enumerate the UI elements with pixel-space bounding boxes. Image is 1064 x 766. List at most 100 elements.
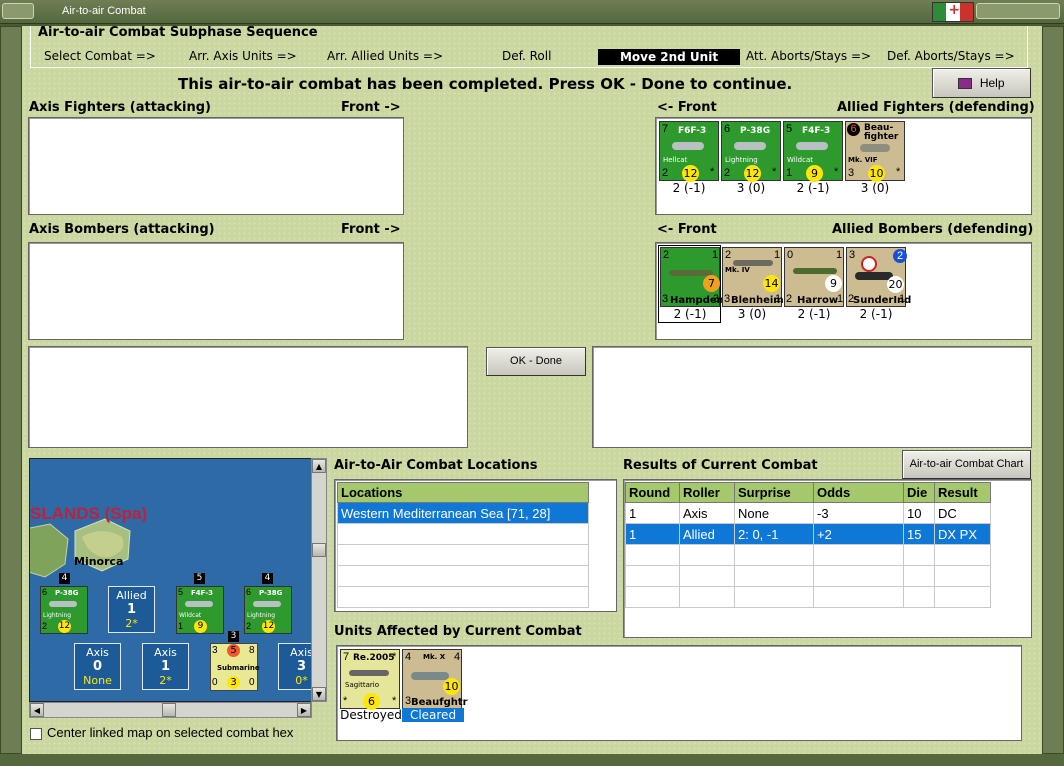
unit-counter[interactable]: 5 F4F-3 Wildcat 1 9 *	[783, 121, 843, 182]
location-row[interactable]	[337, 586, 589, 608]
unit-value: 2 (-1)	[797, 307, 831, 321]
stack-count: 4	[59, 573, 70, 584]
unit-status: Destroyed	[340, 708, 402, 722]
phase-step: Def. Aborts/Stays =>	[887, 49, 1015, 63]
map-vertical-scrollbar[interactable]: ▲ ▼	[311, 458, 327, 702]
unit-value: 3 (0)	[860, 181, 890, 195]
aircraft-icon	[672, 142, 704, 150]
window-controls[interactable]	[976, 3, 1060, 19]
location-row[interactable]	[337, 523, 589, 545]
allied-bombers-front: <- Front	[657, 222, 717, 237]
col-round: Round	[625, 482, 680, 503]
bottom-border	[0, 754, 1064, 766]
window-menu-button[interactable]	[2, 3, 34, 19]
axis-bombers-label: Axis Bombers (attacking)	[29, 222, 215, 237]
phase-step: Select Combat =>	[44, 49, 156, 63]
col-roller: Roller	[679, 482, 735, 503]
stack-count: 4	[262, 573, 273, 584]
axis-stack-box[interactable]: Axis 3 0*	[278, 643, 311, 690]
map-unit-counter[interactable]: 5 F4F-3 Wildcat 1 9	[176, 586, 224, 634]
status-message: This air-to-air combat has been complete…	[178, 75, 793, 93]
phase-step: Att. Aborts/Stays =>	[746, 49, 872, 63]
aircraft-icon	[860, 144, 890, 152]
right-border	[1042, 26, 1064, 754]
unit-counter[interactable]: 6 Beau-fighter Mk. VIF 3 10 *	[845, 121, 905, 182]
col-odds: Odds	[813, 482, 904, 503]
phase-step: Def. Roll	[502, 49, 552, 63]
locations-list[interactable]: Locations Western Mediterranean Sea [71,…	[334, 479, 617, 612]
scroll-thumb[interactable]	[312, 543, 326, 557]
axis-stack-box[interactable]: Axis 1 2*	[142, 643, 189, 690]
ok-done-button[interactable]: OK - Done	[486, 347, 586, 376]
allied-fighters-label: Allied Fighters (defending)	[837, 100, 1035, 115]
aircraft-icon	[793, 268, 837, 274]
title-bar: Air-to-air Combat	[0, 0, 1064, 24]
unit-value: 2 (-1)	[796, 181, 830, 195]
allied-stack-box[interactable]: Allied 1 2*	[108, 586, 155, 633]
left-border	[0, 26, 22, 754]
book-icon	[958, 78, 973, 90]
axis-stack-box[interactable]: Axis 0 None	[74, 643, 121, 690]
flag-icon	[932, 2, 974, 22]
map-island-label: Minorca	[74, 555, 124, 568]
axis-fighters-box[interactable]	[28, 117, 404, 215]
location-row[interactable]	[337, 544, 589, 566]
allied-fighters-front: <- Front	[657, 100, 717, 115]
col-result: Result	[934, 482, 991, 503]
scroll-up-icon[interactable]: ▲	[312, 459, 326, 473]
scroll-left-icon[interactable]: ◀	[30, 703, 44, 717]
allied-bombers-box[interactable]: 2 1 7 3 Hampden 3 2 (-1) 2 1 Mk. IV 14 3…	[655, 242, 1032, 340]
map-horizontal-scrollbar[interactable]: ◀ ▶	[29, 702, 312, 718]
help-button[interactable]: Help	[932, 68, 1031, 98]
stack-count: 5	[194, 573, 205, 584]
map-unit-counter[interactable]: 6 P-38G Lightning 2 12	[244, 586, 292, 634]
axis-bombers-box[interactable]	[28, 242, 404, 340]
aircraft-icon	[253, 601, 281, 607]
unit-counter[interactable]: 3 2 20 2 SunderInd 1	[846, 247, 911, 307]
table-row	[625, 544, 991, 566]
affected-units-box: 7 Re.2005 * Sagittario * 6 * Destroyed 4…	[336, 645, 1022, 741]
location-row[interactable]: Western Mediterranean Sea [71, 28]	[337, 502, 589, 524]
unit-counter[interactable]: 6 P-38G Lightning 2 12 *	[721, 121, 781, 182]
allied-bombers-label: Allied Bombers (defending)	[832, 222, 1034, 237]
window-title: Air-to-air Combat	[62, 5, 146, 17]
affected-unit-counter[interactable]: 4 Mk. X 4 10 3 Beaufghtr	[402, 649, 468, 709]
table-row	[625, 586, 991, 608]
affected-unit-counter[interactable]: 7 Re.2005 * Sagittario * 6 *	[340, 649, 400, 710]
allied-fighters-box[interactable]: 7 F6F-3 Hellcat 2 12 * 2 (-1) 6 P-38G Li…	[655, 117, 1032, 215]
map-region-label: SLANDS (Spa)	[30, 504, 148, 523]
unit-counter[interactable]: 7 F6F-3 Hellcat 2 12 *	[659, 121, 719, 182]
results-label: Results of Current Combat	[623, 458, 818, 473]
axis-bombers-front: Front ->	[341, 222, 401, 237]
locations-label: Air-to-Air Combat Locations	[334, 458, 538, 473]
linked-map[interactable]: SLANDS (Spa) Minorca 4 5 4 3 6 P-38G Lig…	[29, 458, 312, 702]
phase-step: Arr. Allied Units =>	[327, 49, 444, 63]
scroll-thumb[interactable]	[162, 703, 176, 717]
axis-fighters-front: Front ->	[341, 100, 401, 115]
unit-counter[interactable]: 0 1 9 2 Harrow 1	[784, 247, 844, 307]
help-label: Help	[979, 76, 1005, 90]
allied-info-box	[592, 346, 1032, 448]
results-table-box: Round Roller Surprise Odds Die Result 1A…	[623, 479, 1032, 638]
unit-counter[interactable]: 2 1 Mk. IV 14 3 Blenheim 1	[722, 247, 784, 307]
center-map-checkbox[interactable]	[30, 728, 42, 740]
aircraft-icon	[733, 260, 773, 266]
scroll-right-icon[interactable]: ▶	[297, 703, 311, 717]
aircraft-icon	[734, 142, 766, 150]
aircraft-icon	[796, 142, 828, 150]
unit-value: 2 (-1)	[859, 307, 893, 321]
map-unit-counter[interactable]: 6 P-38G Lightning 2 12	[40, 586, 88, 634]
table-row[interactable]: 1 Axis None -3 10 DC	[625, 502, 991, 524]
combat-chart-button[interactable]: Air-to-air Combat Chart	[902, 450, 1031, 479]
unit-counter[interactable]: 2 1 7 3 Hampden 3	[660, 247, 724, 307]
scroll-down-icon[interactable]: ▼	[312, 687, 326, 701]
phase-title: Air-to-air Combat Subphase Sequence	[38, 25, 318, 40]
axis-info-box	[28, 346, 468, 448]
submarine-counter[interactable]: 3 5 8 Submarine 0 3 0	[210, 643, 260, 691]
unit-value: 3 (0)	[737, 307, 767, 321]
location-row[interactable]	[337, 565, 589, 587]
table-row[interactable]: 1 Allied 2: 0, -1 +2 15 DX PX	[625, 523, 991, 545]
axis-fighters-label: Axis Fighters (attacking)	[29, 100, 211, 115]
col-surprise: Surprise	[734, 482, 814, 503]
locations-header: Locations	[337, 482, 589, 503]
